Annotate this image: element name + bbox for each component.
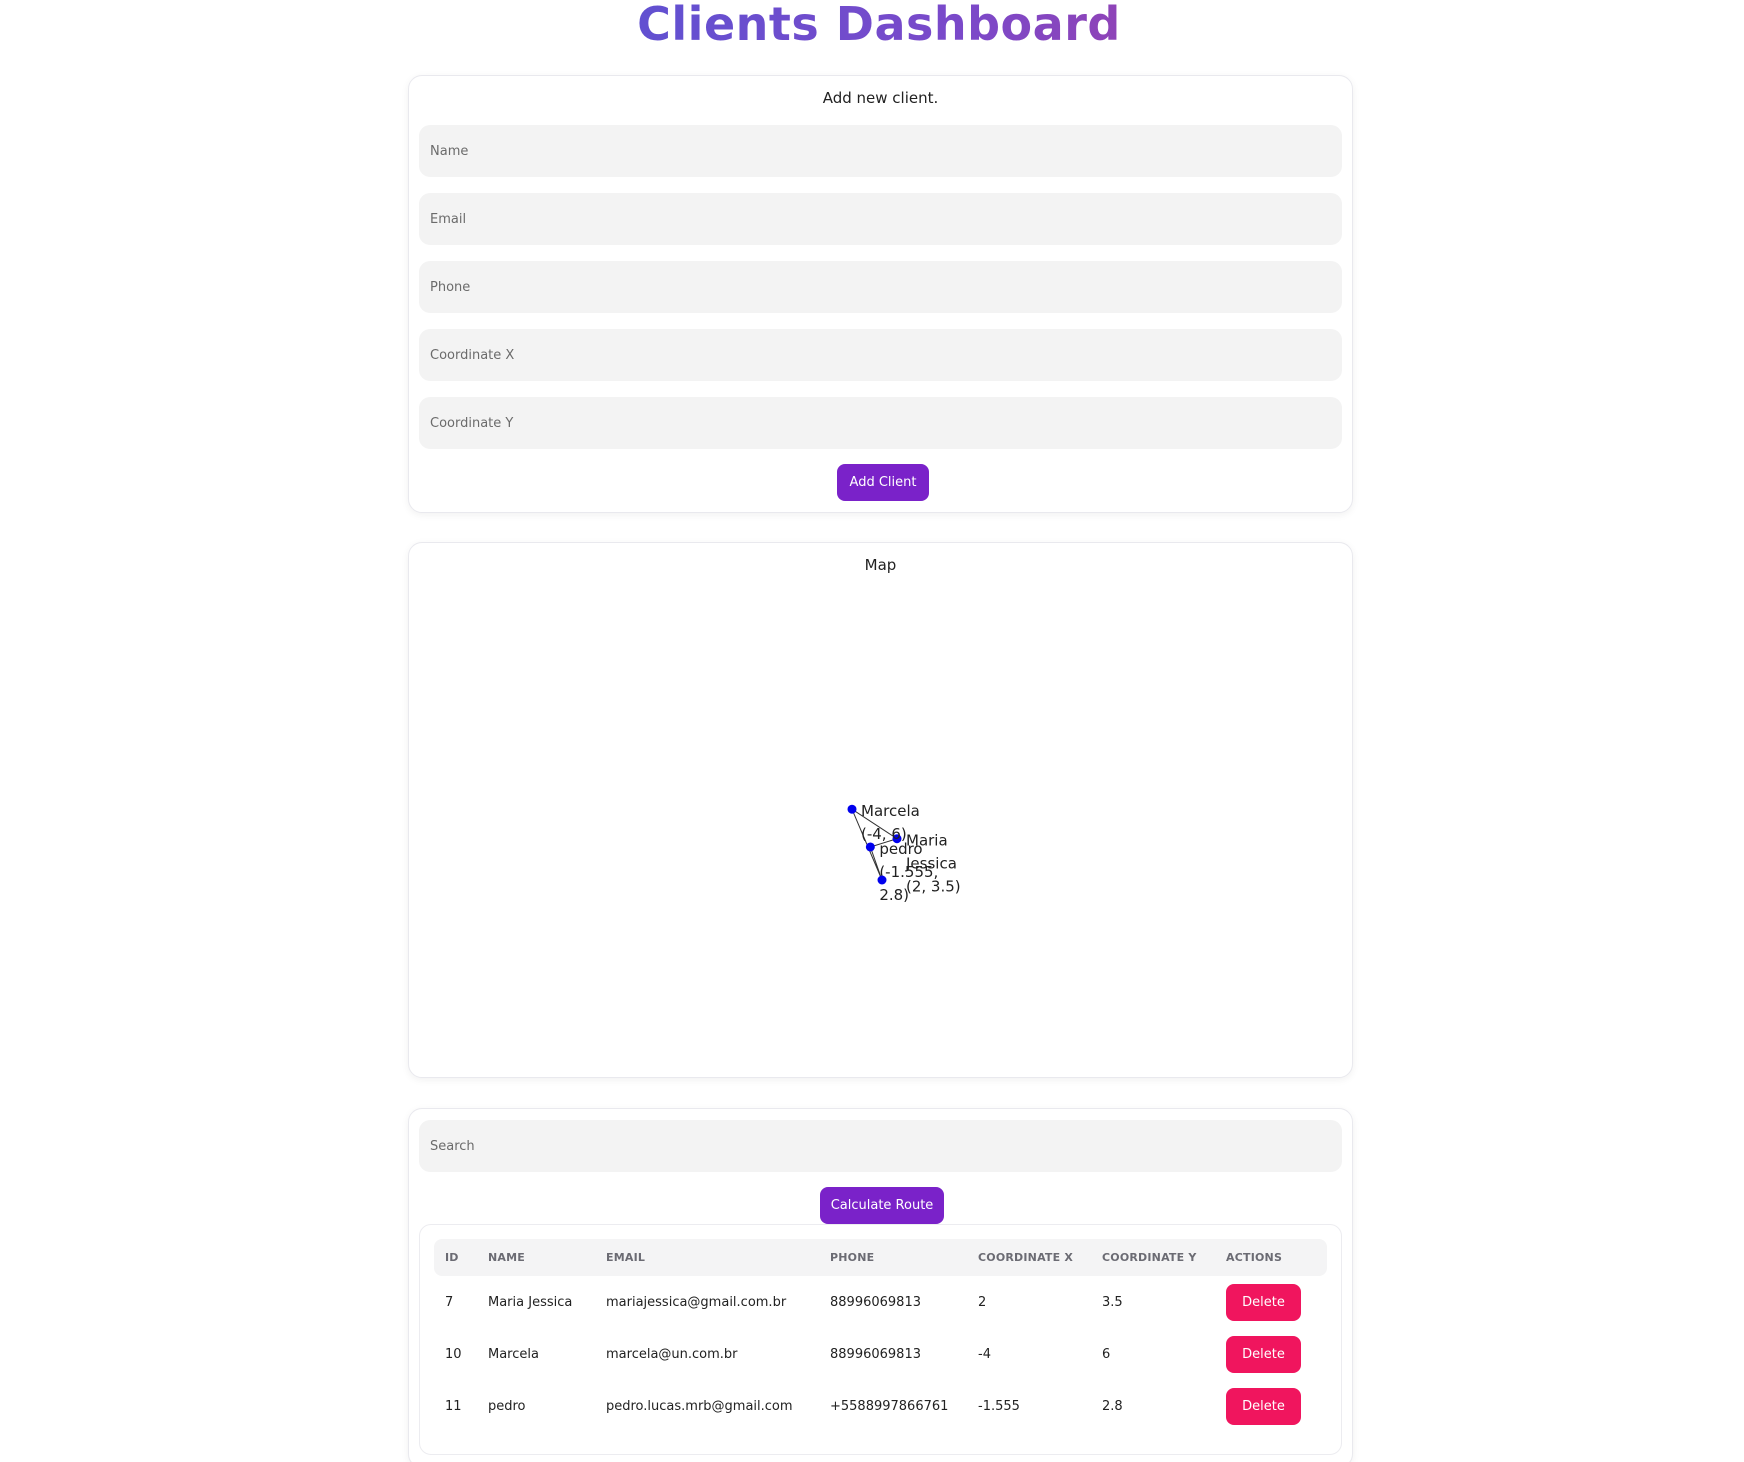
- column-header-id: ID: [445, 1251, 459, 1264]
- search-input[interactable]: [419, 1120, 1342, 1172]
- cell-coordinate-y: 6: [1102, 1346, 1111, 1362]
- page-title: Clients Dashboard: [0, 0, 1744, 48]
- delete-button[interactable]: Delete: [1226, 1387, 1301, 1425]
- map-point: [847, 804, 857, 814]
- table-row: 10 Marcela marcela@un.com.br 88996069813…: [434, 1328, 1327, 1380]
- clients-table: ID NAME EMAIL PHONE COORDINATE X COORDIN…: [434, 1239, 1327, 1432]
- add-client-card: Add new client. Add Client: [408, 75, 1353, 513]
- cell-coordinate-x: 2: [978, 1294, 987, 1310]
- cell-id: 10: [445, 1346, 462, 1362]
- map-point-label: Marcela: [861, 802, 920, 820]
- calculate-route-button[interactable]: Calculate Route: [820, 1187, 944, 1224]
- column-header-name: NAME: [488, 1251, 525, 1264]
- table-header-row: ID NAME EMAIL PHONE COORDINATE X COORDIN…: [434, 1239, 1327, 1276]
- map-card: Map Maria Jessica (2, 3.5) Marcela (-4, 6) pe…: [408, 542, 1353, 1078]
- cell-name: Marcela: [488, 1346, 539, 1362]
- map-canvas: MariaJessica(2, 3.5)Marcela(-4, 6)pedro(…: [847, 802, 961, 904]
- add-client-heading: Add new client.: [822, 89, 939, 107]
- cell-actions: Delete: [1215, 1380, 1327, 1432]
- cell-name: Maria Jessica: [488, 1294, 573, 1310]
- cell-email: marcela@un.com.br: [606, 1346, 738, 1362]
- map-point-label: 2.8): [879, 886, 909, 904]
- add-client-button[interactable]: Add Client: [837, 464, 929, 501]
- cell-coordinate-y: 2.8: [1102, 1398, 1123, 1414]
- cell-email: mariajessica@gmail.com.br: [606, 1294, 787, 1310]
- coordinate-x-input[interactable]: [419, 329, 1342, 381]
- delete-button[interactable]: Delete: [1226, 1283, 1301, 1321]
- map-point: [877, 875, 887, 885]
- table-row: 11 pedro pedro.lucas.mrb@gmail.com +5588…: [434, 1380, 1327, 1432]
- column-header-phone: PHONE: [830, 1251, 875, 1264]
- cell-actions: Delete: [1215, 1328, 1327, 1380]
- cell-phone: 88996069813: [830, 1294, 921, 1310]
- cell-name: pedro: [488, 1398, 526, 1414]
- cell-phone: 88996069813: [830, 1346, 921, 1362]
- cell-coordinate-y: 3.5: [1102, 1294, 1123, 1310]
- cell-coordinate-x: -1.555: [978, 1398, 1020, 1414]
- column-header-actions: ACTIONS: [1226, 1251, 1283, 1264]
- map-point-label: pedro: [879, 840, 922, 858]
- map-point: [865, 842, 875, 852]
- clients-card: Calculate Route ID NAME EMAIL PHONE COOR…: [408, 1108, 1353, 1462]
- cell-id: 7: [445, 1294, 454, 1310]
- coordinate-y-input[interactable]: [419, 397, 1342, 449]
- cell-id: 11: [445, 1398, 462, 1414]
- cell-actions: Delete: [1215, 1276, 1327, 1328]
- column-header-coordinate-y: COORDINATE Y: [1102, 1251, 1197, 1264]
- email-input[interactable]: [419, 193, 1342, 245]
- dashboard-page: Clients Dashboard Add new client. Add Cl…: [0, 0, 1744, 1462]
- table-row: 7 Maria Jessica mariajessica@gmail.com.b…: [434, 1276, 1327, 1328]
- column-header-email: EMAIL: [606, 1251, 646, 1264]
- name-input[interactable]: [419, 125, 1342, 177]
- column-header-coordinate-x: COORDINATE X: [978, 1251, 1074, 1264]
- cell-phone: +5588997866761: [830, 1398, 949, 1414]
- delete-button[interactable]: Delete: [1226, 1335, 1301, 1373]
- cell-email: pedro.lucas.mrb@gmail.com: [606, 1398, 793, 1414]
- clients-table-container: ID NAME EMAIL PHONE COORDINATE X COORDIN…: [419, 1224, 1342, 1455]
- phone-input[interactable]: [419, 261, 1342, 313]
- cell-coordinate-x: -4: [978, 1346, 991, 1362]
- map-point-label: (-1.555,: [879, 863, 938, 881]
